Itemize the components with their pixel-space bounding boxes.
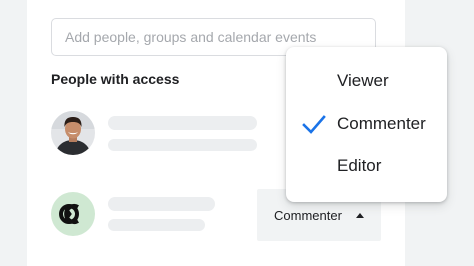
role-menu-item-label: Viewer (337, 71, 389, 90)
avatar (51, 192, 95, 236)
role-menu-item-label: Commenter (337, 114, 426, 133)
role-menu-item-editor[interactable]: Editor (286, 145, 447, 187)
caret-up-icon (355, 212, 364, 218)
person-name-placeholder (108, 116, 257, 130)
avatar (51, 111, 95, 155)
person-name-placeholder (108, 197, 215, 211)
person-email-placeholder (108, 219, 205, 231)
role-menu-item-commenter[interactable]: Commenter (286, 103, 447, 145)
company-logo-icon (59, 204, 79, 224)
role-menu-item-label: Editor (337, 156, 382, 175)
role-dropdown-label: Commenter (274, 207, 342, 223)
person-email-placeholder (108, 139, 257, 151)
add-people-placeholder: Add people, groups and calendar events (65, 29, 317, 45)
role-menu-item-viewer[interactable]: Viewer (286, 60, 447, 102)
role-menu: Viewer Commenter Editor (286, 47, 447, 202)
profile-photo-icon (51, 111, 95, 155)
checkmark-icon (302, 115, 326, 134)
people-with-access-heading: People with access (51, 71, 180, 87)
